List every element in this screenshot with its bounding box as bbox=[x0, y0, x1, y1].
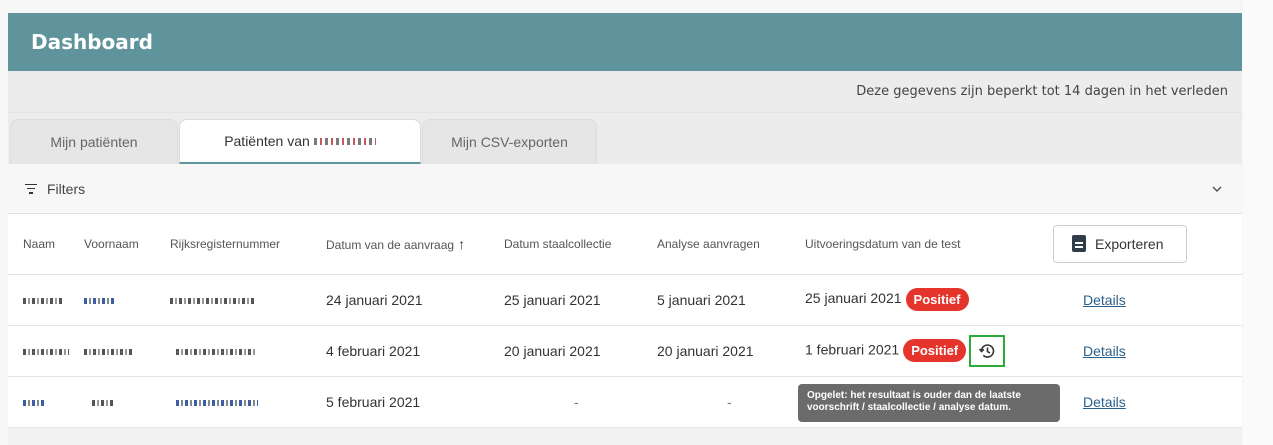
cell-voornaam bbox=[84, 274, 170, 325]
cell-datum-staalcollectie: 20 januari 2021 bbox=[504, 342, 601, 359]
cell-datum-aanvraag: 5 februari 2021 bbox=[326, 393, 421, 410]
filters-bar[interactable]: Filters bbox=[8, 164, 1242, 214]
details-link[interactable]: Details bbox=[1053, 394, 1126, 410]
cell-analyse-aanvragen: 20 januari 2021 bbox=[657, 342, 754, 359]
history-tooltip: Opgelet: het resultaat is ouder dan de l… bbox=[798, 384, 1060, 422]
cell-voornaam bbox=[84, 325, 170, 376]
redacted-text bbox=[170, 297, 256, 304]
tab-patienten-van[interactable]: Patiënten van bbox=[179, 119, 421, 164]
redacted-text bbox=[23, 348, 69, 355]
tab-label: Mijn patiënten bbox=[50, 134, 138, 150]
document-icon bbox=[1072, 235, 1086, 253]
cell-analyse-aanvragen: - bbox=[727, 393, 732, 410]
tooltip-line-2: voorschrift / staalcollectie / analyse d… bbox=[807, 402, 1011, 413]
notice-row: Deze gegevens zijn beperkt tot 14 dagen … bbox=[8, 71, 1242, 113]
history-clock-icon bbox=[979, 343, 995, 358]
tab-bar: Mijn patiënten Patiënten van Mijn CSV-ex… bbox=[8, 113, 1242, 164]
chevron-down-icon[interactable] bbox=[1210, 182, 1224, 196]
cell-voornaam bbox=[84, 376, 170, 427]
cell-datum-staalcollectie: - bbox=[574, 393, 579, 410]
redacted-text bbox=[176, 348, 256, 355]
cell-uitvoeringsdatum: 25 januari 2021 Positief bbox=[805, 274, 1053, 325]
cell-rijksregisternummer bbox=[170, 274, 326, 325]
page-title: Dashboard bbox=[31, 30, 153, 54]
tab-label: Mijn CSV-exporten bbox=[451, 134, 568, 150]
filters-label: Filters bbox=[47, 180, 86, 197]
col-uitvoeringsdatum[interactable]: Uitvoeringsdatum van de test bbox=[805, 214, 1053, 275]
cell-naam bbox=[8, 325, 84, 376]
export-label: Exporteren bbox=[1095, 235, 1164, 252]
cell-actions: Details bbox=[1053, 376, 1242, 427]
col-datum-staalcollectie[interactable]: Datum staalcollectie bbox=[504, 214, 657, 275]
header-bar: Dashboard bbox=[8, 13, 1242, 71]
history-warning-button[interactable] bbox=[969, 334, 1006, 367]
redacted-text bbox=[84, 348, 132, 355]
redacted-text bbox=[92, 399, 114, 406]
table-header-row: Naam Voornaam Rijksregisternummer Datum … bbox=[8, 214, 1242, 275]
cell-actions: Details bbox=[1053, 274, 1242, 325]
sort-arrow-up-icon: ↑ bbox=[458, 235, 466, 252]
redacted-text bbox=[23, 297, 63, 304]
uitvoeringsdatum-value: 25 januari 2021 bbox=[805, 290, 902, 307]
cell-datum-aanvraag: 24 januari 2021 bbox=[326, 291, 423, 308]
col-analyse-aanvragen[interactable]: Analyse aanvragen bbox=[657, 214, 805, 275]
tab-mijn-patienten[interactable]: Mijn patiënten bbox=[10, 119, 178, 164]
col-datum-aanvraag-label: Datum van de aanvraag bbox=[326, 237, 455, 252]
cell-rijksregisternummer bbox=[170, 325, 326, 376]
export-button[interactable]: Exporteren bbox=[1053, 224, 1187, 263]
cell-actions: Details bbox=[1053, 325, 1242, 376]
scrollbar-area[interactable] bbox=[1243, 0, 1273, 445]
dashboard-card: Dashboard Deze gegevens zijn beperkt tot… bbox=[8, 13, 1242, 445]
uitvoeringsdatum-value: 1 februari 2021 bbox=[805, 341, 900, 358]
details-link[interactable]: Details bbox=[1053, 343, 1126, 359]
col-rijksregisternummer[interactable]: Rijksregisternummer bbox=[170, 214, 326, 275]
table-row[interactable]: 24 januari 2021 25 januari 2021 5 januar… bbox=[8, 274, 1242, 325]
status-badge: Positief bbox=[903, 339, 967, 362]
details-link[interactable]: Details bbox=[1053, 292, 1126, 308]
col-datum-aanvraag[interactable]: Datum van de aanvraag ↑ bbox=[326, 214, 504, 275]
redacted-name bbox=[313, 137, 376, 145]
data-limit-notice: Deze gegevens zijn beperkt tot 14 dagen … bbox=[856, 84, 1228, 99]
cell-uitvoeringsdatum: 1 februari 2021 Positief bbox=[805, 325, 1053, 376]
filter-icon bbox=[25, 183, 37, 194]
col-voornaam[interactable]: Voornaam bbox=[84, 214, 170, 275]
redacted-text bbox=[84, 297, 114, 304]
cell-rijksregisternummer bbox=[170, 376, 326, 427]
col-actions: Exporteren bbox=[1053, 214, 1242, 275]
tooltip-line-1: Opgelet: het resultaat is ouder dan de l… bbox=[807, 390, 1021, 401]
cell-datum-staalcollectie: 25 januari 2021 bbox=[504, 291, 601, 308]
cell-datum-aanvraag: 4 februari 2021 bbox=[326, 342, 421, 359]
tab-csv-exporten[interactable]: Mijn CSV-exporten bbox=[422, 119, 597, 164]
tab-label: Patiënten van bbox=[224, 133, 310, 149]
cell-naam bbox=[8, 274, 84, 325]
col-naam[interactable]: Naam bbox=[8, 214, 84, 275]
table-row[interactable]: 4 februari 2021 20 januari 2021 20 janua… bbox=[8, 325, 1242, 376]
cell-naam bbox=[8, 376, 84, 427]
redacted-text bbox=[23, 399, 45, 406]
redacted-text bbox=[176, 399, 258, 406]
cell-analyse-aanvragen: 5 januari 2021 bbox=[657, 291, 746, 308]
status-badge: Positief bbox=[905, 288, 969, 311]
